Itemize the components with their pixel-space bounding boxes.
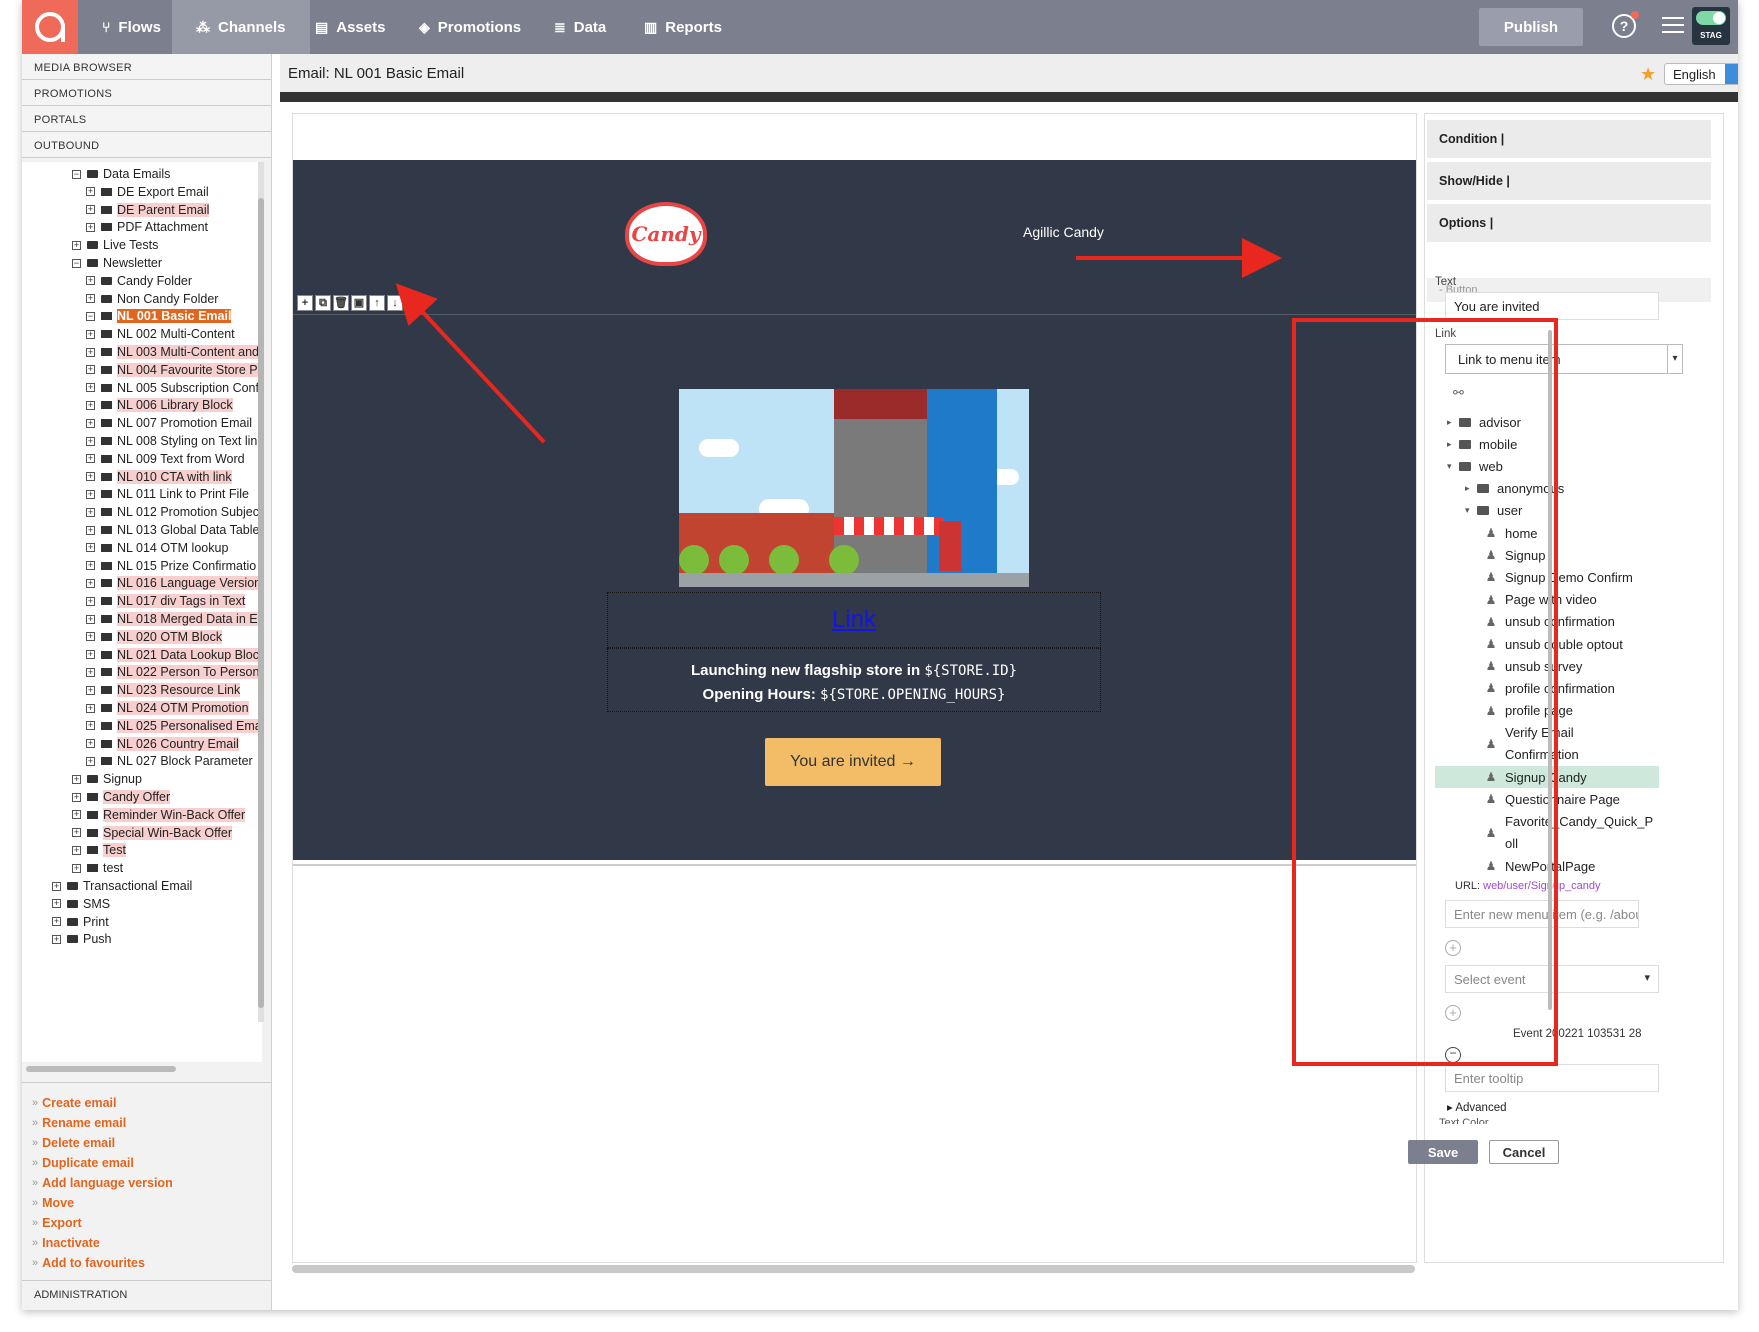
annotation-arrow-toolbar (395, 283, 546, 444)
annotation-arrows (395, 238, 1282, 444)
app-window: ⑂ Flows ⁂ Channels ▤ Assets ◈ Promotions ≣ Da… (22, 0, 1738, 1310)
